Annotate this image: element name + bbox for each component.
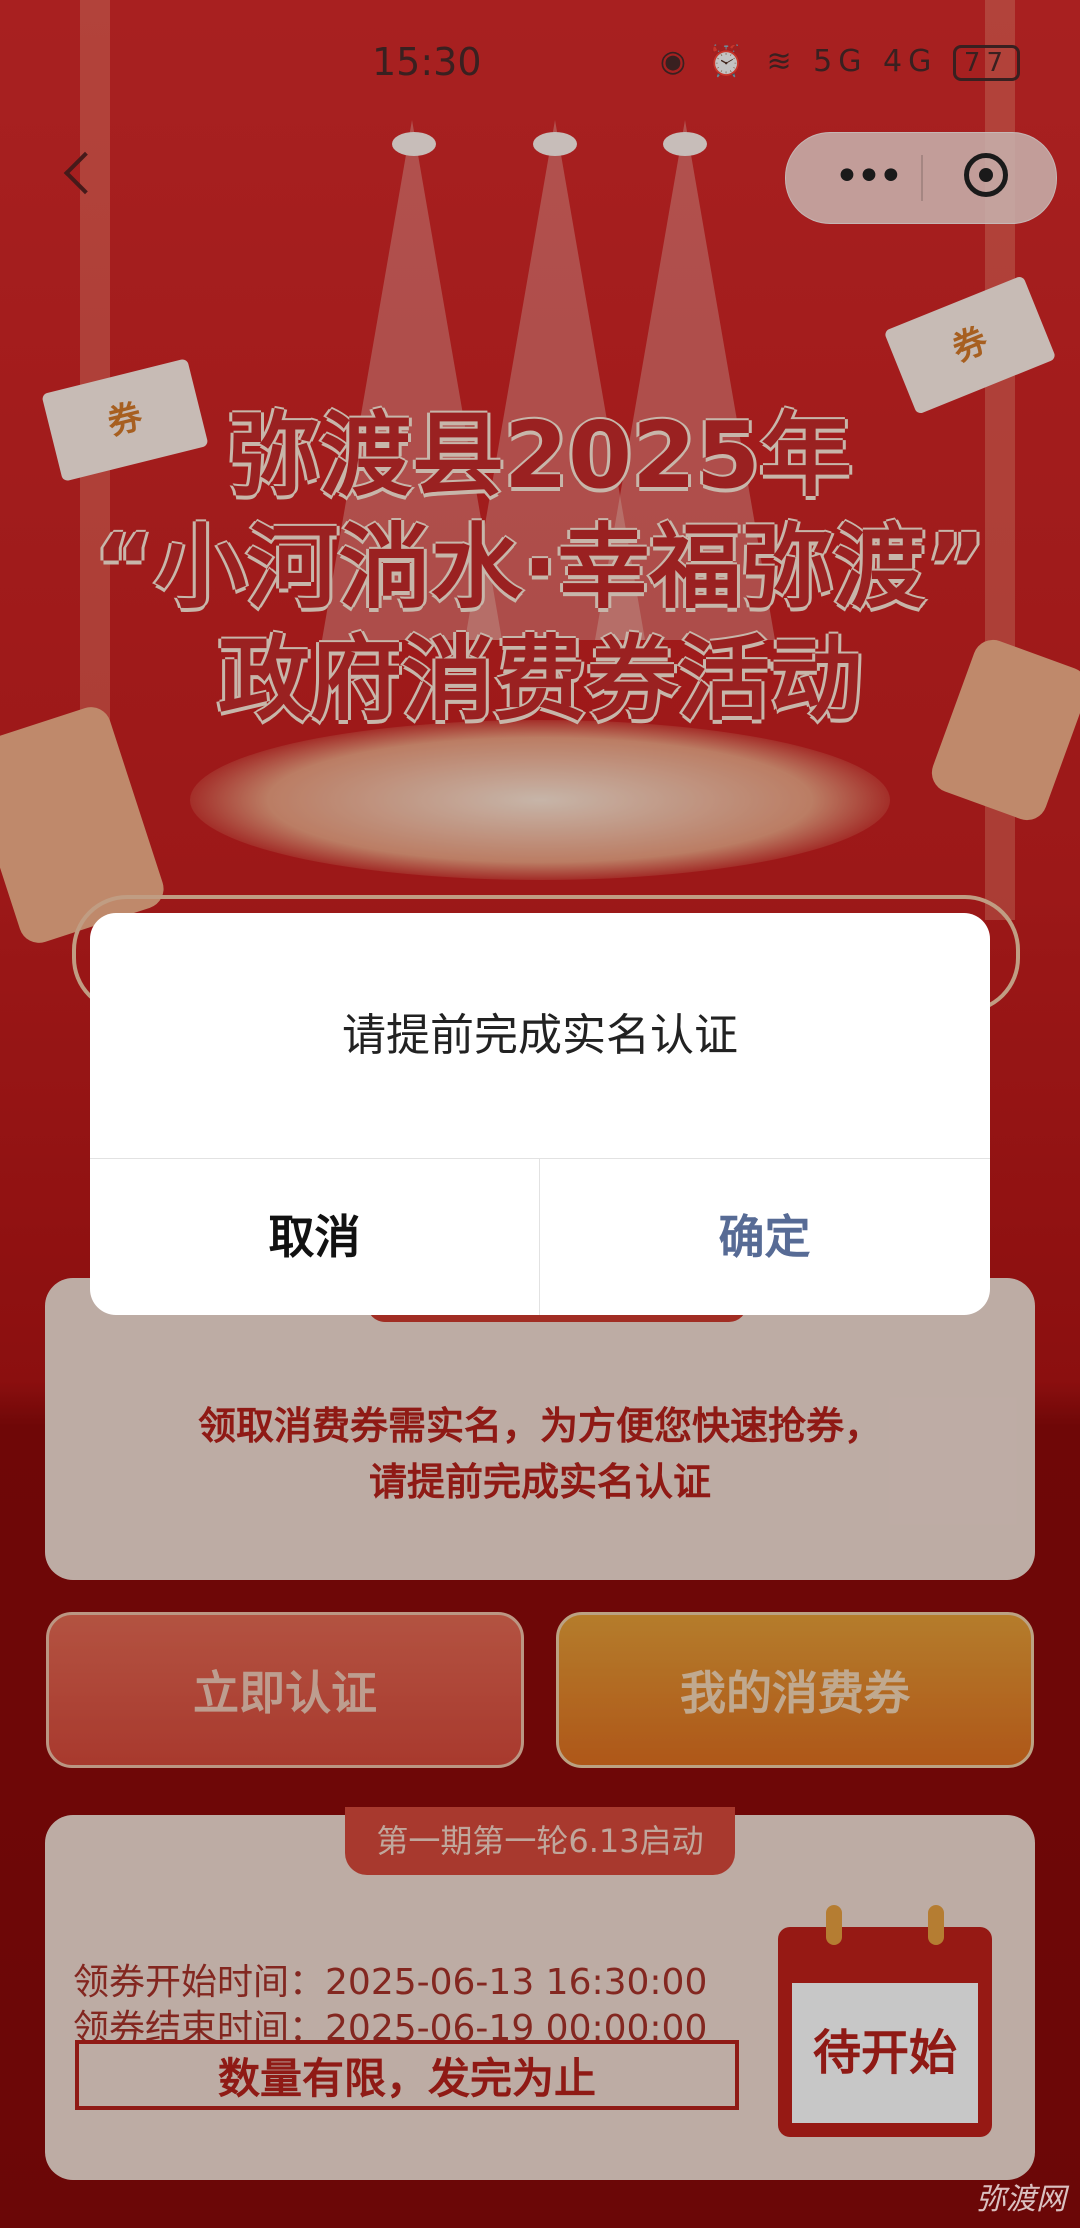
dialog-message: 请提前完成实名认证 (342, 1010, 738, 1061)
confirm-button[interactable]: 确定 (540, 1159, 989, 1315)
watermark: 弥渡网 (976, 2182, 1066, 2217)
cancel-button[interactable]: 取消 (90, 1159, 539, 1315)
confirm-dialog: 请提前完成实名认证 取消 确定 (90, 913, 990, 1315)
